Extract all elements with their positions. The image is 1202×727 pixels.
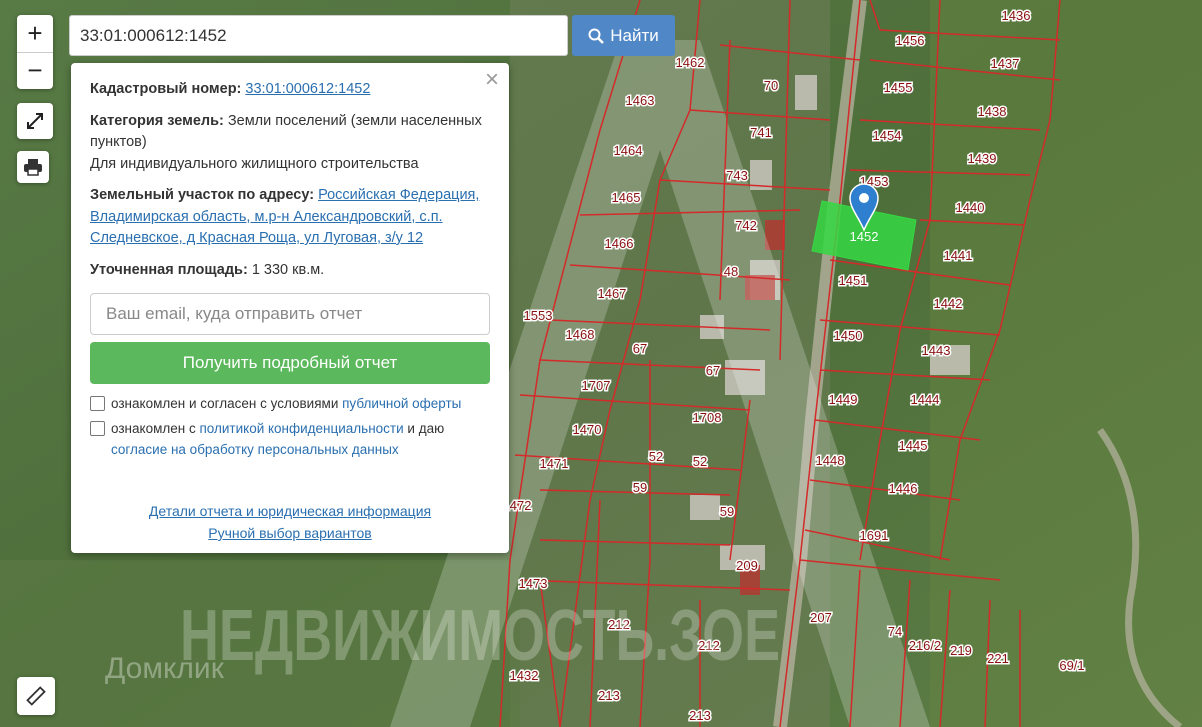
privacy-text: ознакомлен с политикой конфиденциальност…: [111, 421, 445, 457]
area-row: Уточненная площадь: 1 330 кв.м.: [90, 260, 490, 282]
parcel-label[interactable]: 1456: [894, 32, 926, 50]
parcel-label[interactable]: 1691: [858, 527, 890, 545]
parcel-label[interactable]: 1445: [897, 437, 929, 455]
manual-select-link[interactable]: Ручной выбор вариантов: [208, 525, 372, 541]
search-icon: [588, 28, 605, 44]
close-icon[interactable]: ×: [485, 68, 499, 91]
parcel-label[interactable]: 67: [631, 340, 648, 358]
cadastral-label: Кадастровый номер:: [90, 81, 242, 97]
search-button-label: Найти: [610, 25, 659, 45]
parcel-label[interactable]: 741: [749, 124, 774, 142]
parcel-label[interactable]: 48: [722, 263, 739, 281]
privacy-checkbox-row: ознакомлен с политикой конфиденциальност…: [90, 418, 490, 460]
parcel-label[interactable]: 1450: [832, 327, 864, 345]
ruler-button[interactable]: [17, 677, 55, 715]
area-label: Уточненная площадь:: [90, 261, 248, 278]
parcel-label[interactable]: 1442: [932, 295, 964, 313]
fullscreen-button[interactable]: [17, 103, 53, 139]
parcel-label[interactable]: 70: [762, 77, 779, 95]
details-link[interactable]: Детали отчета и юридическая информация: [149, 503, 431, 519]
parcel-label[interactable]: 1446: [887, 480, 919, 498]
zoom-out-button[interactable]: −: [17, 51, 53, 90]
parcel-label[interactable]: 221: [986, 650, 1011, 668]
category-row: Категория земель: Земли поселений (земли…: [90, 111, 490, 176]
parcel-label[interactable]: 1464: [612, 142, 644, 160]
address-row: Земельный участок по адресу: Российская …: [90, 185, 490, 250]
zoom-in-button[interactable]: +: [17, 15, 53, 52]
cadastral-link[interactable]: 33:01:000612:1452: [245, 81, 370, 97]
parcel-label[interactable]: 1470: [571, 421, 603, 439]
cadastral-row: Кадастровый номер: 33:01:000612:1452: [90, 79, 490, 101]
parcel-label[interactable]: 1438: [976, 103, 1008, 121]
parcel-label[interactable]: 1444: [909, 391, 941, 409]
area-value: 1 330 кв.м.: [251, 261, 325, 278]
offer-checkbox-row: ознакомлен и согласен с условиями публич…: [90, 393, 490, 414]
parcel-label[interactable]: 213: [597, 687, 622, 705]
parcel-label[interactable]: 219: [949, 642, 974, 660]
parcel-label[interactable]: 1451: [837, 272, 869, 290]
usage-value: Для индивидуального жилищного строительс…: [90, 155, 419, 172]
parcel-label[interactable]: 743: [725, 167, 750, 185]
parcel-label[interactable]: 209: [735, 557, 760, 575]
parcel-label[interactable]: 1436: [1000, 7, 1032, 25]
parcel-label[interactable]: 69/1: [1058, 657, 1086, 675]
parcel-label[interactable]: 1708: [691, 409, 723, 427]
consent-link[interactable]: согласие на обработку персональных данны…: [111, 442, 399, 457]
parcel-label[interactable]: 1440: [954, 199, 986, 217]
parcel-label[interactable]: 216/2: [907, 637, 943, 655]
parcel-label[interactable]: 1465: [610, 189, 642, 207]
parcel-label[interactable]: 207: [809, 609, 834, 627]
email-field[interactable]: Ваш email, куда отправить отчет: [90, 293, 490, 335]
parcel-label[interactable]: 742: [734, 217, 759, 235]
parcel-label[interactable]: 1455: [882, 79, 914, 97]
parcel-label[interactable]: 1707: [580, 377, 612, 395]
parcel-label[interactable]: 1443: [920, 342, 952, 360]
privacy-link[interactable]: политикой конфиденциальности: [199, 421, 403, 436]
parcel-label[interactable]: 1454: [871, 127, 903, 145]
parcel-label[interactable]: 1553: [522, 307, 554, 325]
search-input[interactable]: 33:01:000612:1452: [69, 15, 568, 56]
print-button[interactable]: [17, 151, 49, 183]
parcel-label[interactable]: 1441: [942, 247, 974, 265]
parcel-label[interactable]: 1466: [603, 235, 635, 253]
parcel-label[interactable]: 1449: [827, 391, 859, 409]
parcel-label[interactable]: 1471: [538, 455, 570, 473]
offer-link[interactable]: публичной оферты: [342, 396, 461, 411]
search-button[interactable]: Найти: [572, 15, 675, 56]
parcel-label[interactable]: 1463: [624, 92, 656, 110]
parcel-label[interactable]: 1448: [814, 452, 846, 470]
address-label: Земельный участок по адресу:: [90, 187, 315, 203]
parcel-label[interactable]: 1473: [517, 575, 549, 593]
parcel-label[interactable]: 213: [688, 707, 713, 725]
parcel-label[interactable]: 74: [886, 623, 903, 641]
ruler-icon: [26, 686, 46, 706]
brand-watermark: Домклик: [105, 652, 225, 685]
parcel-info-popup: × Кадастровый номер: 33:01:000612:1452 К…: [71, 63, 509, 553]
parcel-label[interactable]: 59: [718, 503, 735, 521]
parcel-label[interactable]: 1437: [989, 55, 1021, 73]
privacy-checkbox[interactable]: [90, 421, 105, 436]
category-label: Категория земель:: [90, 112, 224, 129]
offer-text: ознакомлен и согласен с условиями публич…: [111, 396, 462, 411]
get-report-button[interactable]: Получить подробный отчет: [90, 342, 490, 384]
parcel-label[interactable]: 59: [631, 479, 648, 497]
parcel-label[interactable]: 1439: [966, 150, 998, 168]
parcel-label[interactable]: 1467: [596, 285, 628, 303]
printer-icon: [24, 159, 42, 176]
parcel-label[interactable]: 52: [647, 448, 664, 466]
watermark-text: НЕДВИЖИМОСТЬ.ЗОЕ: [180, 596, 780, 676]
offer-checkbox[interactable]: [90, 396, 105, 411]
expand-icon: [27, 113, 43, 129]
parcel-label[interactable]: 67: [704, 362, 721, 380]
parcel-label[interactable]: 52: [691, 453, 708, 471]
parcel-label[interactable]: 1468: [564, 326, 596, 344]
parcel-label[interactable]: 1462: [674, 54, 706, 72]
zoom-control: + −: [17, 15, 53, 89]
